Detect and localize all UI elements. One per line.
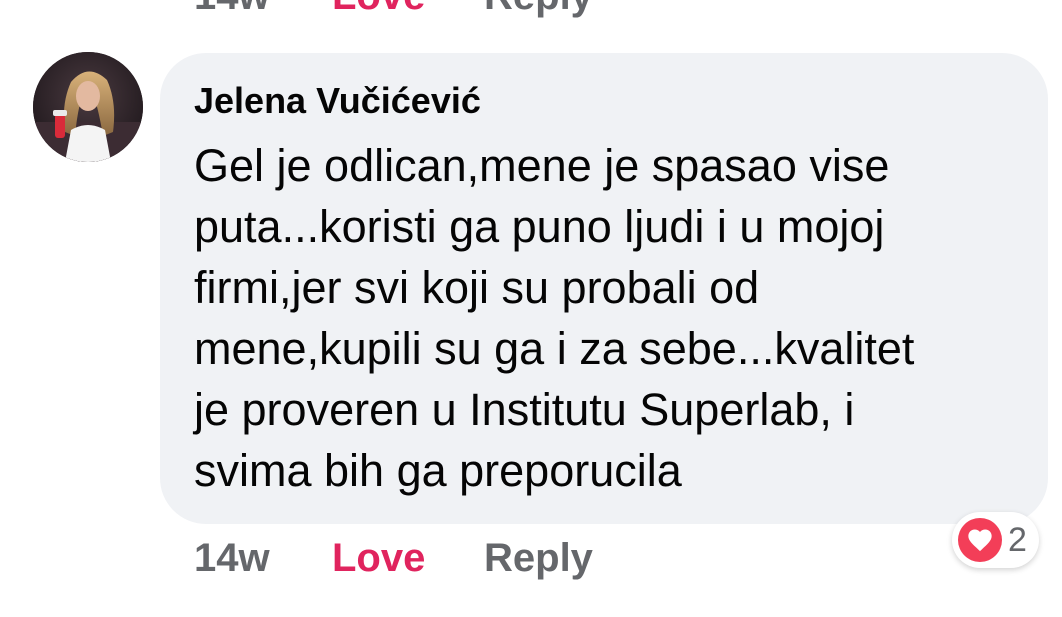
comment-text-line: puta...koristi ga puno ljudi i u mojoj [194, 201, 885, 252]
comment-text-line: svima bih ga preporucila [194, 445, 682, 496]
comment-bubble[interactable]: Jelena Vučićević Gel je odlican,mene je … [160, 53, 1048, 524]
avatar[interactable] [33, 52, 143, 162]
comment-timestamp[interactable]: 14w [194, 536, 332, 581]
comment-text-line: je proveren u Institutu Superlab, i [194, 384, 855, 435]
previous-comment-reply-button[interactable]: Reply [484, 0, 593, 19]
reply-button[interactable]: Reply [484, 536, 593, 581]
comment-text: Gel je odlican,mene je spasao vise puta.… [194, 135, 1018, 501]
comment-author-name[interactable]: Jelena Vučićević [194, 79, 1018, 123]
previous-comment-timestamp: 14w [194, 0, 332, 19]
comment-text-line: Gel je odlican,mene je spasao vise [194, 140, 890, 191]
previous-comment-love-button[interactable]: Love [332, 0, 484, 19]
reaction-badge[interactable]: 2 [952, 512, 1039, 568]
avatar-photo-image [33, 52, 143, 162]
reaction-count: 2 [1008, 520, 1027, 559]
comment-text-line: mene,kupili su ga i za sebe...kvalitet [194, 323, 915, 374]
comment-actions: 14w Love Reply [194, 534, 593, 582]
love-button[interactable]: Love [332, 536, 484, 581]
comment-text-line: firmi,jer svi koji su probali od [194, 262, 760, 313]
heart-icon [958, 518, 1002, 562]
previous-comment-actions: 14w Love Reply [194, 0, 593, 19]
